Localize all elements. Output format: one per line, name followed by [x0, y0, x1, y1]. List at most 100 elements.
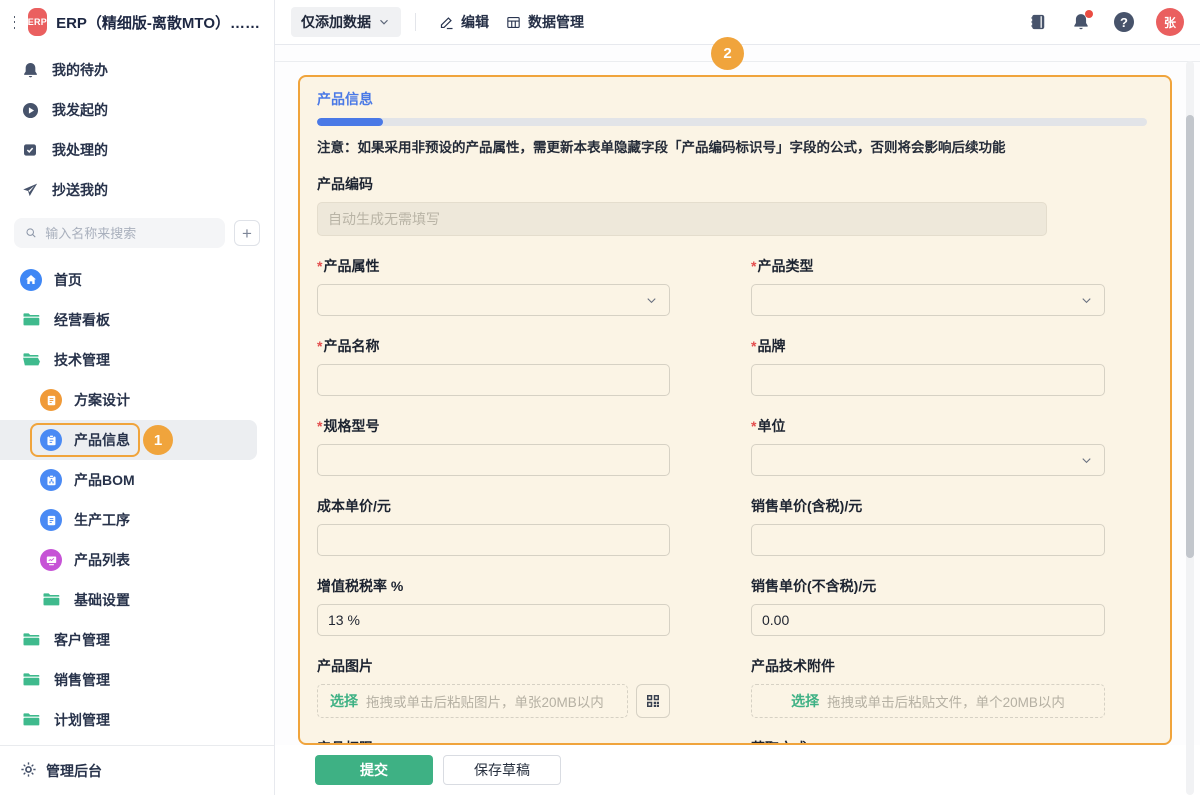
upload-select-label: 选择: [791, 691, 819, 711]
field-vat-rate: 增值税税率 %: [317, 576, 670, 636]
sidebar-item-plan-management[interactable]: 计划管理: [0, 700, 274, 740]
sidebar-item-label: 我处理的: [52, 140, 108, 160]
folder-icon: [20, 309, 42, 331]
upload-select-label: 选择: [330, 691, 358, 711]
edit-button[interactable]: 编辑: [430, 7, 497, 37]
sidebar-item-my-processed[interactable]: 我处理的: [0, 130, 274, 170]
sidebar-item-my-initiated[interactable]: 我发起的: [0, 90, 274, 130]
add-data-mode-button[interactable]: 仅添加数据: [291, 7, 401, 37]
data-manage-button[interactable]: 数据管理: [497, 7, 592, 37]
toolbar-right: ? 张: [1027, 8, 1184, 36]
sidebar-item-basic-settings[interactable]: 基础设置: [0, 580, 274, 620]
product-attribute-select[interactable]: [317, 284, 670, 316]
vat-rate-input[interactable]: [317, 604, 670, 636]
sidebar-item-tech-management[interactable]: 技术管理: [0, 340, 274, 380]
sidebar-item-label: 计划管理: [54, 710, 110, 730]
form-note: 注意：如果采用非预设的产品属性，需更新本表单隐藏字段「产品编码标识号」字段的公式…: [317, 136, 1147, 156]
field-label: 产品编码: [317, 174, 1147, 194]
field-product-code: 产品编码: [317, 174, 1147, 236]
annotation-step-1-badge: 1: [143, 425, 173, 455]
product-code-input: [317, 202, 1047, 236]
bom-clipboard-icon: [40, 469, 62, 491]
submit-button[interactable]: 提交: [315, 755, 433, 785]
field-unit: *单位: [751, 416, 1105, 476]
app-logo: ERP: [28, 8, 47, 36]
edit-label: 编辑: [461, 12, 489, 32]
toolbar: 仅添加数据 编辑 数据管理 ?: [275, 0, 1200, 45]
field-spec-model: *规格型号: [317, 416, 670, 476]
required-marker: *: [751, 338, 756, 354]
add-button[interactable]: +: [234, 220, 260, 246]
field-product-type: *产品类型: [751, 256, 1105, 316]
unit-select[interactable]: [751, 444, 1105, 476]
sidebar-item-label: 我的待办: [52, 60, 108, 80]
product-name-input[interactable]: [317, 364, 670, 396]
sidebar-item-product-info[interactable]: 产品信息 1: [0, 420, 257, 460]
monitor-chart-icon: [40, 549, 62, 571]
field-label: 规格型号: [323, 416, 379, 436]
sidebar-item-label: 技术管理: [54, 350, 110, 370]
product-attachment-upload[interactable]: 选择 拖拽或单击后粘贴文件，单个20MB以内: [751, 684, 1105, 718]
form-progress-fill: [317, 118, 383, 126]
process-document-icon: [40, 509, 62, 531]
field-label: 增值税税率 %: [317, 576, 403, 596]
sidebar-item-my-todo[interactable]: 我的待办: [0, 50, 274, 90]
sidebar-item-cc-me[interactable]: 抄送我的: [0, 170, 274, 210]
cost-price-input[interactable]: [317, 524, 670, 556]
field-product-image: 产品图片 选择 拖拽或单击后粘贴图片，单张20MB以内: [317, 656, 670, 718]
sidebar-item-business-board[interactable]: 经营看板: [0, 300, 274, 340]
sidebar-item-scheme-design[interactable]: 方案设计: [0, 380, 274, 420]
notification-bell-icon[interactable]: [1070, 11, 1092, 33]
play-circle-icon: [20, 100, 40, 120]
field-acquire-method: 获取方式: [751, 738, 1105, 745]
sidebar-item-label: 我发起的: [52, 100, 108, 120]
sidebar-search-row: +: [14, 218, 260, 248]
scrollbar-thumb[interactable]: [1186, 115, 1194, 558]
home-icon: [20, 269, 42, 291]
save-draft-button[interactable]: 保存草稿: [443, 755, 561, 785]
required-marker: *: [317, 338, 322, 354]
sale-price-no-tax-input[interactable]: [751, 604, 1105, 636]
sidebar-item-label: 生产工序: [74, 510, 130, 530]
field-label: 单位: [757, 416, 785, 436]
field-label: 产品图片: [317, 656, 373, 676]
help-icon[interactable]: ?: [1113, 11, 1135, 33]
main-area: 仅添加数据 编辑 数据管理 ?: [275, 0, 1200, 795]
qr-scan-upload-button[interactable]: [636, 684, 670, 718]
sidebar-item-product-bom[interactable]: 产品BOM: [0, 460, 274, 500]
spec-model-input[interactable]: [317, 444, 670, 476]
sidebar-item-product-list[interactable]: 产品列表: [0, 540, 274, 580]
sidebar-item-customer-management[interactable]: 客户管理: [0, 620, 274, 660]
menu-toggle-icon[interactable]: [14, 16, 15, 29]
sidebar-item-admin-backend[interactable]: 管理后台: [0, 745, 274, 795]
toolbar-divider: [415, 13, 416, 31]
notebook-icon[interactable]: [1027, 11, 1049, 33]
field-product-permission: 产品权限: [317, 738, 670, 745]
sale-price-with-tax-input[interactable]: [751, 524, 1105, 556]
sidebar-item-production-process[interactable]: 生产工序: [0, 500, 274, 540]
form-note-text: 如果采用非预设的产品属性，需更新本表单隐藏字段「产品编码标识号」字段的公式，否则…: [358, 140, 1006, 155]
product-type-select[interactable]: [751, 284, 1105, 316]
sidebar-item-label: 产品列表: [74, 550, 130, 570]
sidebar: ERP ERP（精细版-离散MTO）…… 我的待办 我发起的 我处理的: [0, 0, 275, 795]
user-avatar[interactable]: 张: [1156, 8, 1184, 36]
gear-icon: [20, 761, 37, 781]
send-icon: [20, 180, 40, 200]
search-box[interactable]: [14, 218, 225, 248]
field-label: 销售单价(不含税)/元: [751, 576, 876, 596]
folder-open-icon: [20, 349, 42, 371]
chevron-down-icon: [644, 293, 659, 308]
field-label: 获取方式: [751, 738, 807, 745]
form-action-bar: 提交 保存草稿: [275, 745, 1200, 795]
app-title: ERP（精细版-离散MTO）……: [56, 12, 260, 33]
product-image-upload[interactable]: 选择 拖拽或单击后粘贴图片，单张20MB以内: [317, 684, 628, 718]
field-label: 产品权限: [317, 738, 373, 745]
upload-hint: 拖拽或单击后粘贴图片，单张20MB以内: [366, 691, 604, 711]
add-data-mode-label: 仅添加数据: [301, 12, 371, 32]
brand-input[interactable]: [751, 364, 1105, 396]
sidebar-item-home[interactable]: 首页: [0, 260, 274, 300]
search-input[interactable]: [45, 226, 215, 241]
field-label: 品牌: [757, 336, 785, 356]
sidebar-item-sales-management[interactable]: 销售管理: [0, 660, 274, 700]
document-icon: [40, 389, 62, 411]
